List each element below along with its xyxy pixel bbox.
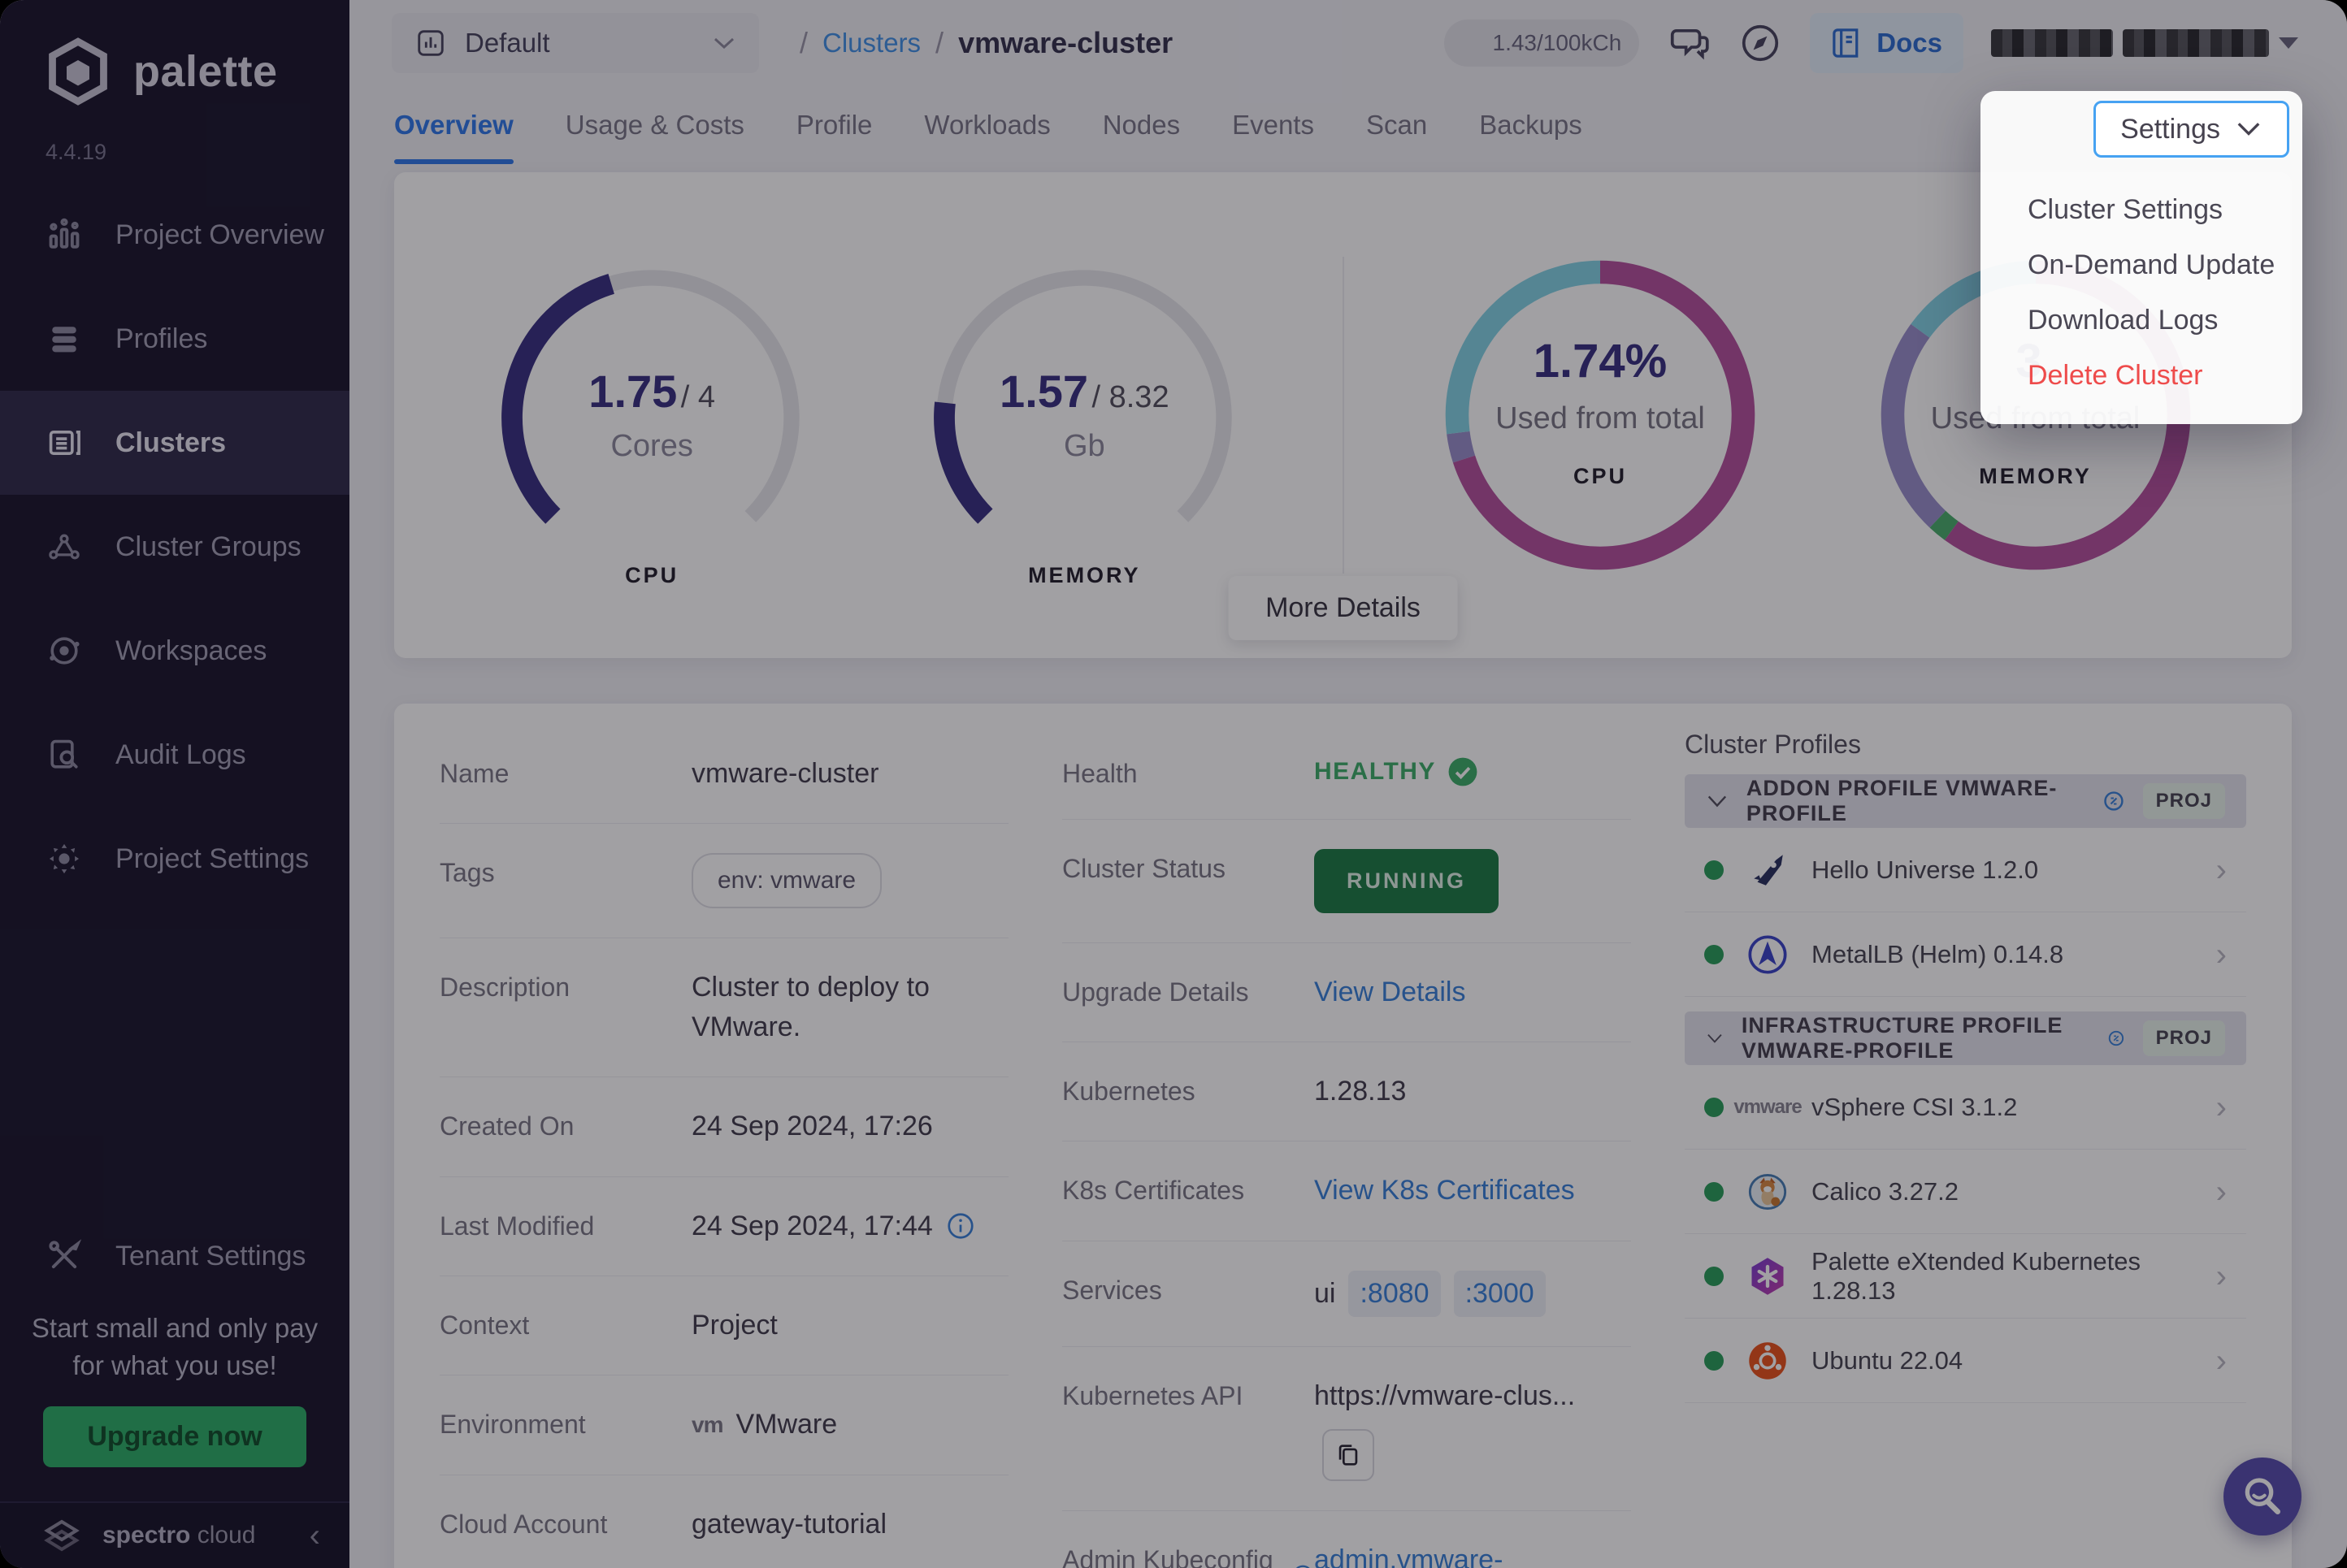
settings-dropdown-panel: Settings Cluster Settings On-Demand Upda… — [1980, 91, 2302, 424]
menu-item-delete-cluster[interactable]: Delete Cluster — [1980, 348, 2302, 403]
chevron-down-icon — [2235, 121, 2262, 137]
menu-item-cluster-settings[interactable]: Cluster Settings — [1980, 182, 2302, 237]
palette-app-window: palette 4.4.19 Project Overview Profiles… — [0, 0, 2347, 1568]
settings-button[interactable]: Settings — [2093, 101, 2289, 158]
settings-menu: Cluster Settings On-Demand Update Downlo… — [1980, 182, 2302, 403]
menu-item-download-logs[interactable]: Download Logs — [1980, 292, 2302, 348]
menu-item-on-demand-update[interactable]: On-Demand Update — [1980, 237, 2302, 292]
settings-button-label: Settings — [2120, 114, 2220, 145]
